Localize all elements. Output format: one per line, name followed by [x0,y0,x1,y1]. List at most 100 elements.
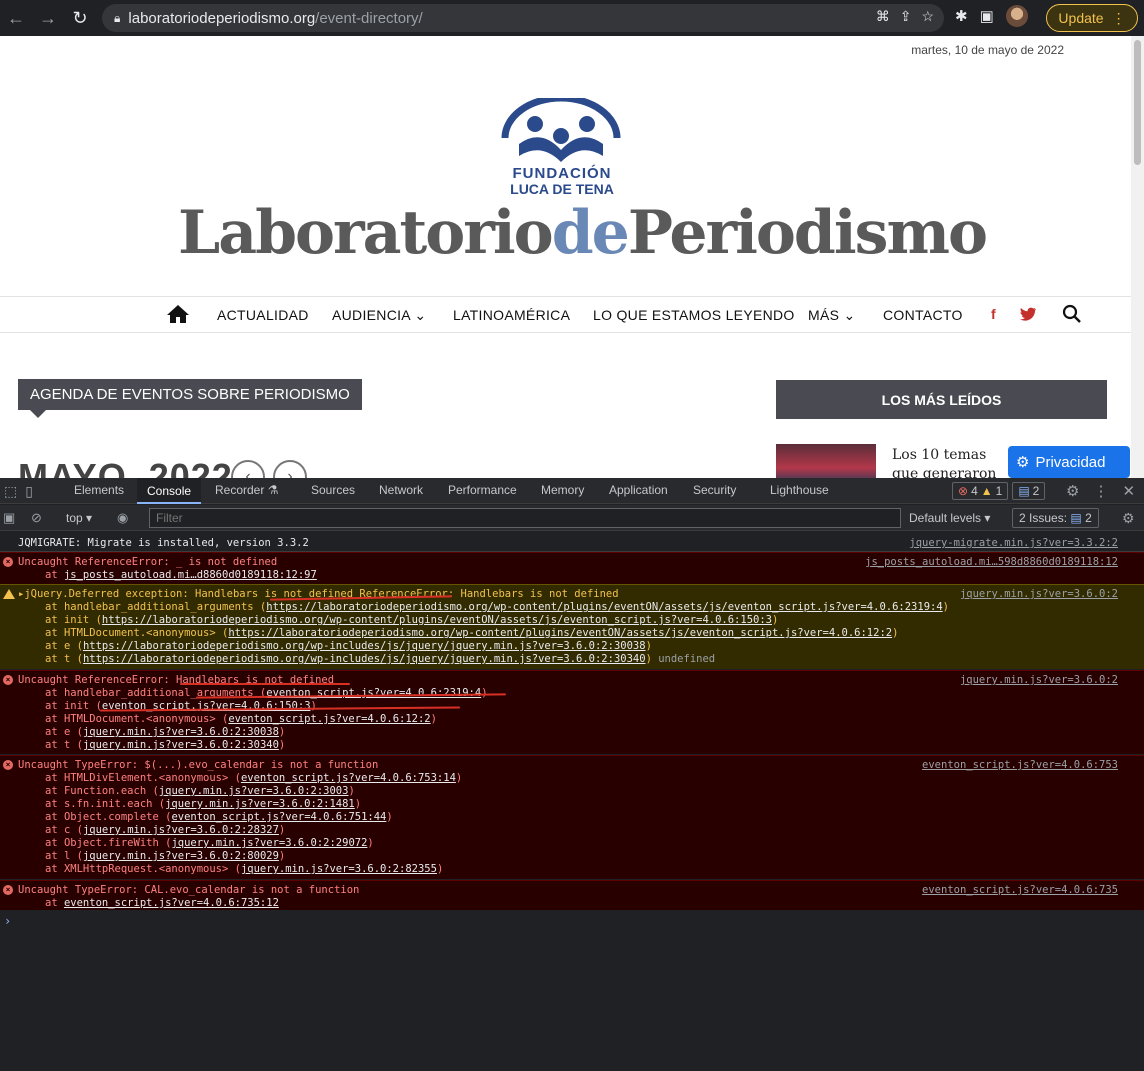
device-toolbar-icon[interactable]: ▯ [25,483,33,500]
issues-button[interactable]: 2 Issues: ▤ 2 [1012,508,1099,528]
stack-frame-link[interactable]: eventon_script.js?ver=4.0.6:751:44 [171,811,386,823]
stack-frame-link[interactable]: https://laboratoriodeperiodismo.org/wp-c… [102,614,772,626]
tab-memory[interactable]: Memory [541,483,584,497]
console-message-warning: ▸jQuery.Deferred exception: Handlebars i… [0,584,1144,669]
error-icon: × [3,760,13,770]
console-message-info: JQMIGRATE: Migrate is installed, version… [0,534,1144,552]
inspect-element-icon[interactable]: ⬚ [4,483,17,500]
stack-frame-link[interactable]: jquery.min.js?ver=3.6.0:2:30340 [83,739,279,751]
stack-frame-link[interactable]: jquery.min.js?ver=3.6.0:2:80029 [83,850,279,862]
back-icon[interactable]: ← [2,4,30,32]
stack-frame-link[interactable]: jquery.min.js?ver=3.6.0:2:29072 [171,837,367,849]
stack-frame-link[interactable]: eventon_script.js?ver=4.0.6:735:12 [64,897,279,909]
profile-avatar[interactable] [1005,5,1028,27]
nav-item-mas[interactable]: MÁS ⌄ [808,307,855,324]
stack-frame-link[interactable]: https://laboratoriodeperiodismo.org/wp-c… [266,601,942,613]
stack-frame-link[interactable]: jquery.min.js?ver=3.6.0:2:3003 [159,785,349,797]
message-source-link[interactable]: jquery.min.js?ver=3.6.0:2 [960,588,1118,600]
console-prompt[interactable]: › [4,914,11,928]
webpage: martes, 10 de mayo de 2022 FUNDACIÓN LUC… [0,36,1144,478]
scrollbar-thumb[interactable] [1134,40,1141,165]
stack-frame-link[interactable]: eventon_script.js?ver=4.0.6:12:2 [228,713,430,725]
stack-frame-link[interactable]: jquery.min.js?ver=3.6.0:2:1481 [165,798,355,810]
log-levels-label: Default levels [909,511,982,525]
message-source-link[interactable]: eventon_script.js?ver=4.0.6:735 [922,884,1118,896]
stack-frame: at l (jquery.min.js?ver=3.6.0:2:80029) [45,850,285,862]
extensions-icon[interactable]: ✱ [955,7,968,25]
stack-frame-text: at e ( [45,726,83,738]
tab-application[interactable]: Application [609,483,668,497]
stack-frame-link[interactable]: jquery.min.js?ver=3.6.0:2:30038 [83,726,279,738]
stack-frame-end: ) [942,601,949,613]
reload-icon[interactable]: ↻ [66,4,94,32]
nav-item-latinoamerica[interactable]: LATINOAMÉRICA [453,307,570,323]
messages-badge[interactable]: ▤ 2 [1012,482,1046,500]
nav-item-audiencia[interactable]: AUDIENCIA ⌄ [332,307,426,324]
message-source-link[interactable]: jquery-migrate.min.js?ver=3.3.2:2 [909,537,1118,549]
tab-recorder[interactable]: Recorder ⚗ [215,483,278,497]
update-button[interactable]: Update ⋮ [1046,4,1138,32]
home-icon[interactable] [166,304,190,324]
tab-sources[interactable]: Sources [311,483,355,497]
article-thumbnail[interactable] [776,444,876,478]
context-selector[interactable]: top ▾ [66,511,92,525]
tab-security[interactable]: Security [693,483,736,497]
address-bar[interactable]: 🔒︎ laboratoriodeperiodismo.org/event-dir… [102,4,944,32]
privacy-label: Privacidad [1035,453,1106,471]
stack-frame-link[interactable]: https://laboratoriodeperiodismo.org/wp-c… [228,627,892,639]
site-title[interactable]: LaboratoriodePeriodismo [178,198,988,268]
stack-frame-link[interactable]: jquery.min.js?ver=3.6.0:2:28327 [83,824,279,836]
message-source-link[interactable]: jquery.min.js?ver=3.6.0:2 [960,674,1118,686]
message-source-link[interactable]: js_posts_autoload.mi…598d8860d0189118:12 [865,556,1118,568]
counts-badge[interactable]: ⊗ 4 ▲ 1 [952,482,1009,500]
console-output[interactable]: JQMIGRATE: Migrate is installed, version… [0,532,1144,1071]
nav-item-actualidad[interactable]: ACTUALIDAD [217,307,309,323]
console-message-error: × Uncaught ReferenceError: Handlebars is… [0,670,1144,754]
context-label: top [66,511,83,525]
warning-icon: ▲ [980,484,993,498]
twitter-icon[interactable] [1020,307,1036,321]
stack-frame-end: ) [455,772,463,784]
tab-network[interactable]: Network [379,483,423,497]
stack-frame-link[interactable]: https://laboratoriodeperiodismo.org/wp-i… [83,640,646,652]
foundation-name-line2: LUCA DE TENA [510,181,614,197]
console-counts[interactable]: ⊗ 4 ▲ 1 ▤ 2 [952,482,1046,500]
next-month-button[interactable]: › [273,460,307,478]
popular-article-title[interactable]: Los 10 temas que generaron en los [892,446,1012,478]
tab-performance[interactable]: Performance [448,483,517,497]
console-settings-icon[interactable]: ⚙ [1122,510,1135,527]
stack-frame-link[interactable]: jquery.min.js?ver=3.6.0:2:82355 [241,863,437,875]
tab-lighthouse[interactable]: Lighthouse [770,483,829,497]
page-scrollbar[interactable] [1131,36,1144,478]
tab-elements[interactable]: Elements [74,483,124,497]
clear-console-icon[interactable]: ⊘ [31,510,42,526]
stack-frame-end: ) [348,785,355,797]
stack-frame-link[interactable]: https://laboratoriodeperiodismo.org/wp-i… [83,653,646,665]
stack-frame: at e (jquery.min.js?ver=3.6.0:2:30038) [45,726,285,738]
facebook-icon[interactable]: f [991,306,996,322]
message-source-link[interactable]: eventon_script.js?ver=4.0.6:753 [922,759,1118,771]
nav-item-lo-que-estamos-leyendo[interactable]: LO QUE ESTAMOS LEYENDO [593,307,795,323]
search-icon[interactable] [1062,304,1082,324]
translate-icon[interactable]: ⌘ [876,8,890,25]
more-options-icon[interactable]: ⋮ [1093,482,1108,500]
close-icon[interactable]: ✕ [1122,482,1135,500]
bookmark-star-icon[interactable]: ☆ [921,8,934,25]
console-filter-input[interactable] [149,508,901,528]
forward-icon[interactable]: → [34,4,62,32]
url-host: laboratoriodeperiodismo.org [128,9,316,27]
tab-console[interactable]: Console [137,478,202,504]
side-panel-icon[interactable]: ▣ [980,7,994,25]
stack-frame-link[interactable]: js_posts_autoload.mi…d8860d0189118:12:97 [64,569,317,581]
error-icon: × [3,885,13,895]
stack-frame-text: at Object.fireWith ( [45,837,172,849]
nav-item-contacto[interactable]: CONTACTO [883,307,963,323]
stack-frame-link[interactable]: eventon_script.js?ver=4.0.6:753:14 [241,772,456,784]
sidebar-toggle-icon[interactable]: ▣ [3,510,15,526]
privacy-button[interactable]: ⚙ Privacidad [1008,446,1130,478]
share-icon[interactable]: ⇪ [900,8,912,25]
live-expression-eye-icon[interactable]: ◉ [117,510,128,526]
prev-month-button[interactable]: ‹ [231,460,265,478]
settings-gear-icon[interactable]: ⚙ [1066,482,1079,500]
log-levels-dropdown[interactable]: Default levels ▾ [909,511,990,525]
